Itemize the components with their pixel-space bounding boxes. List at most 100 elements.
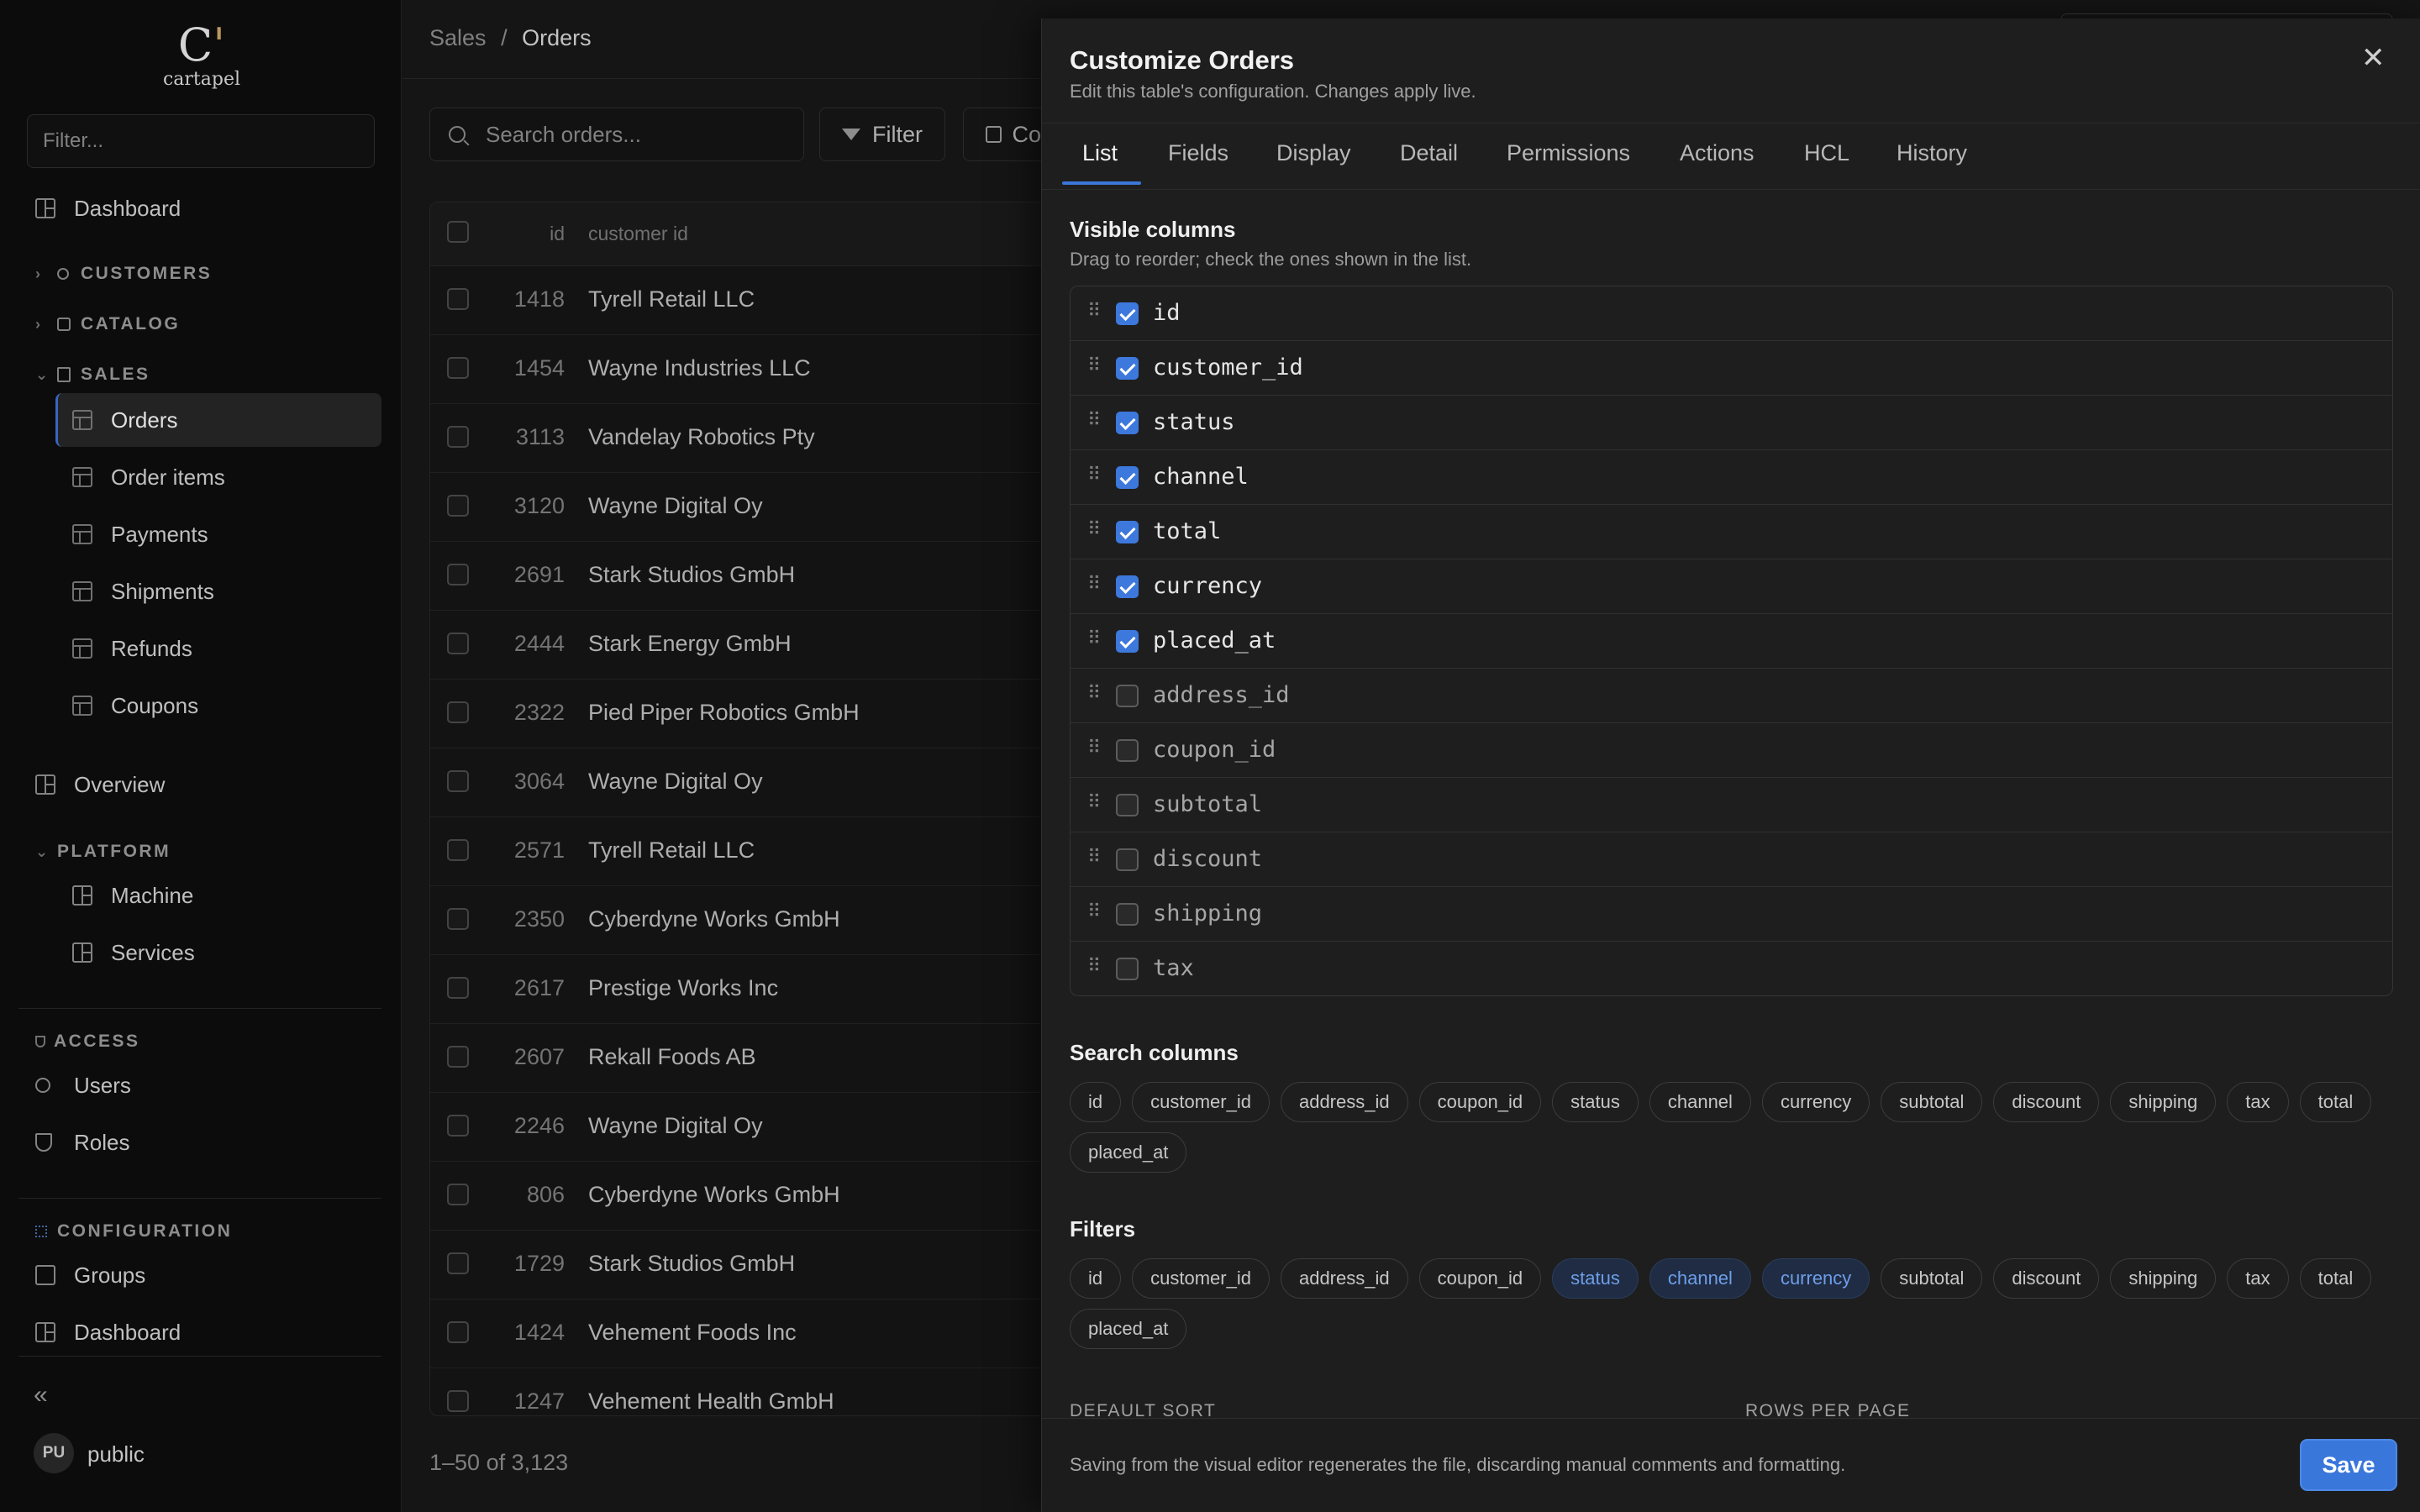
tab-display[interactable]: Display [1276, 140, 1351, 166]
drag-handle-icon[interactable]: ⠿ [1087, 356, 1101, 375]
column-visible-checkbox[interactable] [1116, 357, 1139, 380]
row-checkbox[interactable] [447, 701, 469, 723]
column-header-id[interactable]: id [481, 223, 565, 245]
sidebar-item-coupons[interactable]: Coupons [72, 684, 198, 727]
tab-history[interactable]: History [1897, 140, 1967, 166]
drag-handle-icon[interactable]: ⠿ [1087, 957, 1101, 975]
column-visible-checkbox[interactable] [1116, 630, 1139, 653]
search-column-chip[interactable]: currency [1761, 1082, 1870, 1122]
row-checkbox[interactable] [447, 839, 469, 861]
sidebar-item-payments[interactable]: Payments [72, 512, 208, 556]
search-column-chip[interactable]: shipping [2110, 1082, 2217, 1122]
column-row[interactable]: ⠿ discount [1071, 832, 2392, 887]
filter-chip[interactable]: currency [1761, 1258, 1870, 1299]
close-icon[interactable]: ✕ [2361, 44, 2386, 72]
filter-chip[interactable]: discount [1993, 1258, 2100, 1299]
tab-list[interactable]: List [1082, 140, 1118, 166]
column-visible-checkbox[interactable] [1116, 466, 1139, 489]
search-column-chip[interactable]: tax [2227, 1082, 2289, 1122]
column-header-customer[interactable]: customer id [588, 223, 688, 245]
search-column-chip[interactable]: channel [1649, 1082, 1751, 1122]
sidebar-item-users[interactable]: Users [35, 1063, 131, 1107]
search-column-chip[interactable]: subtotal [1881, 1082, 1983, 1122]
row-checkbox[interactable] [447, 908, 469, 930]
user-name[interactable]: public [87, 1441, 145, 1467]
search-column-chip[interactable]: placed_at [1070, 1132, 1187, 1173]
column-row[interactable]: ⠿ id [1071, 286, 2392, 341]
row-checkbox[interactable] [447, 1390, 469, 1412]
sidebar-item-groups[interactable]: Groups [35, 1253, 145, 1297]
filter-chip[interactable]: customer_id [1132, 1258, 1270, 1299]
breadcrumb-parent[interactable]: Sales [429, 25, 487, 50]
save-button[interactable]: Save [2300, 1439, 2397, 1491]
search-column-chip[interactable]: total [2299, 1082, 2372, 1122]
row-checkbox[interactable] [447, 495, 469, 517]
drag-handle-icon[interactable]: ⠿ [1087, 411, 1101, 429]
drag-handle-icon[interactable]: ⠿ [1087, 793, 1101, 811]
drag-handle-icon[interactable]: ⠿ [1087, 575, 1101, 593]
sidebar-item-order-items[interactable]: Order items [72, 455, 225, 499]
filter-button[interactable]: Filter [819, 108, 945, 161]
sidebar-section-platform[interactable]: ⌄ PLATFORM [35, 835, 171, 869]
collapse-sidebar-button[interactable]: « [34, 1381, 48, 1410]
column-visible-checkbox[interactable] [1116, 848, 1139, 871]
column-row[interactable]: ⠿ total [1071, 505, 2392, 559]
drag-handle-icon[interactable]: ⠿ [1087, 684, 1101, 702]
search-column-chip[interactable]: id [1070, 1082, 1122, 1122]
drag-handle-icon[interactable]: ⠿ [1087, 629, 1101, 648]
row-checkbox[interactable] [447, 1321, 469, 1343]
row-checkbox[interactable] [447, 770, 469, 792]
search-column-chip[interactable]: address_id [1280, 1082, 1408, 1122]
column-row[interactable]: ⠿ coupon_id [1071, 723, 2392, 778]
column-visible-checkbox[interactable] [1116, 685, 1139, 707]
drag-handle-icon[interactable]: ⠿ [1087, 848, 1101, 866]
column-row[interactable]: ⠿ customer_id [1071, 341, 2392, 396]
sidebar-filter-input[interactable] [27, 114, 375, 168]
column-visible-checkbox[interactable] [1116, 903, 1139, 926]
column-row[interactable]: ⠿ currency [1071, 559, 2392, 614]
select-all-checkbox[interactable] [447, 221, 469, 243]
sidebar-item-refunds[interactable]: Refunds [72, 627, 192, 670]
row-checkbox[interactable] [447, 1046, 469, 1068]
row-checkbox[interactable] [447, 977, 469, 999]
column-visible-checkbox[interactable] [1116, 794, 1139, 816]
search-column-chip[interactable]: coupon_id [1418, 1082, 1542, 1122]
column-visible-checkbox[interactable] [1116, 575, 1139, 598]
sidebar-item-roles[interactable]: Roles [35, 1121, 129, 1164]
tab-actions[interactable]: Actions [1680, 140, 1754, 166]
sidebar-item-overview[interactable]: Overview [35, 763, 165, 806]
filter-chip[interactable]: tax [2227, 1258, 2289, 1299]
row-checkbox[interactable] [447, 288, 469, 310]
column-visible-checkbox[interactable] [1116, 739, 1139, 762]
column-row[interactable]: ⠿ status [1071, 396, 2392, 450]
column-visible-checkbox[interactable] [1116, 412, 1139, 434]
column-row[interactable]: ⠿ subtotal [1071, 778, 2392, 832]
tab-fields[interactable]: Fields [1168, 140, 1228, 166]
search-column-chip[interactable]: customer_id [1132, 1082, 1270, 1122]
filter-chip[interactable]: channel [1649, 1258, 1751, 1299]
avatar[interactable]: PU [34, 1433, 74, 1473]
row-checkbox[interactable] [447, 564, 469, 585]
tab-detail[interactable]: Detail [1400, 140, 1458, 166]
filter-chip[interactable]: address_id [1280, 1258, 1408, 1299]
sidebar-section-sales[interactable]: ⌄ SALES [35, 358, 150, 391]
column-visible-checkbox[interactable] [1116, 521, 1139, 543]
sidebar-item-machine[interactable]: Machine [72, 874, 193, 917]
row-checkbox[interactable] [447, 1252, 469, 1274]
column-visible-checkbox[interactable] [1116, 958, 1139, 980]
column-visible-checkbox[interactable] [1116, 302, 1139, 325]
filter-chip[interactable]: placed_at [1070, 1309, 1187, 1349]
sidebar-item-config-dashboard[interactable]: Dashboard [35, 1310, 181, 1354]
sidebar-item-services[interactable]: Services [72, 931, 195, 974]
sidebar-item-dashboard[interactable]: Dashboard [35, 186, 181, 230]
filter-chip[interactable]: id [1070, 1258, 1122, 1299]
tab-hcl[interactable]: HCL [1804, 140, 1849, 166]
drag-handle-icon[interactable]: ⠿ [1087, 902, 1101, 921]
filter-chip[interactable]: status [1552, 1258, 1639, 1299]
drag-handle-icon[interactable]: ⠿ [1087, 465, 1101, 484]
column-row[interactable]: ⠿ placed_at [1071, 614, 2392, 669]
sidebar-item-orders[interactable]: Orders [72, 398, 177, 442]
filter-chip[interactable]: total [2299, 1258, 2372, 1299]
tab-permissions[interactable]: Permissions [1507, 140, 1630, 166]
filter-chip[interactable]: coupon_id [1418, 1258, 1542, 1299]
